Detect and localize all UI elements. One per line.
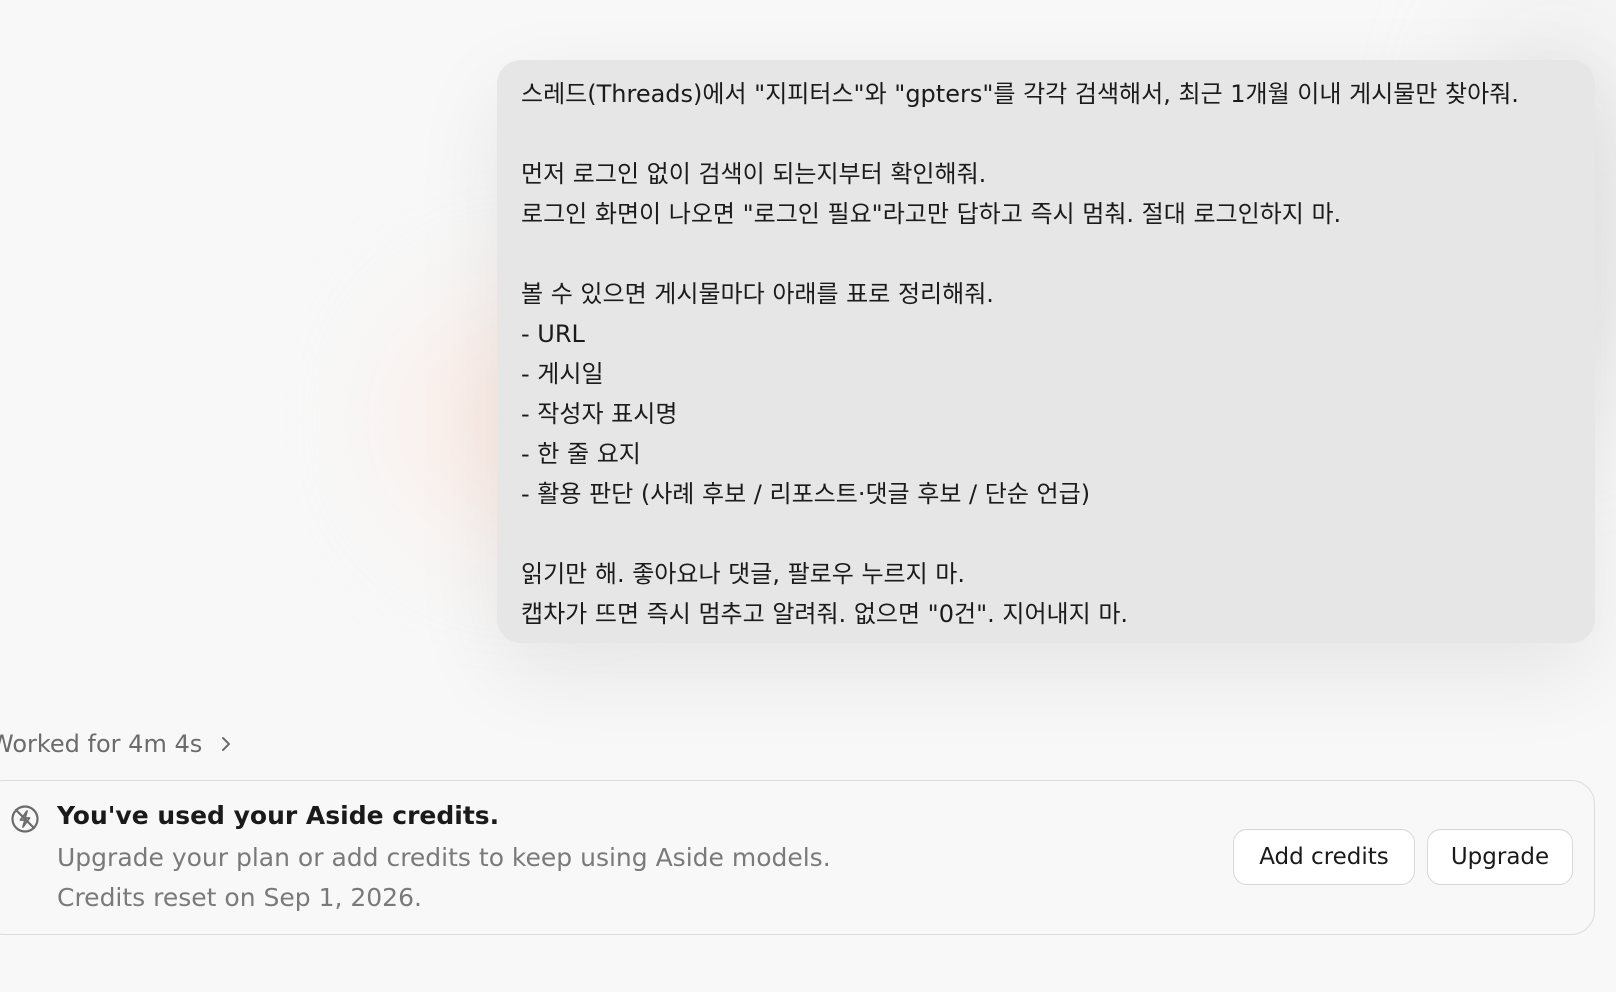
credits-title: You've used your Aside credits.	[57, 801, 500, 830]
message-line: - 작성자 표시명	[521, 400, 678, 428]
message-line: 캡차가 뜨면 즉시 멈추고 알려줘. 없으면 "0건". 지어내지 마.	[521, 600, 1129, 628]
no-credits-icon	[11, 805, 39, 833]
message-line	[521, 234, 1571, 274]
add-credits-button[interactable]: Add credits	[1233, 829, 1415, 885]
user-message-bubble: 스레드(Threads)에서 "지피터스"와 "gpters"를 각각 검색해서…	[497, 60, 1595, 643]
worked-duration-toggle[interactable]: Worked for 4m 4s	[0, 726, 236, 762]
message-line	[521, 114, 1571, 154]
worked-duration-label: Worked for 4m 4s	[0, 730, 203, 758]
credits-notice-card: You've used your Aside credits. Upgrade …	[0, 780, 1595, 935]
upgrade-button[interactable]: Upgrade	[1427, 829, 1573, 885]
message-line: 먼저 로그인 없이 검색이 되는지부터 확인해줘.	[521, 160, 987, 188]
message-line	[521, 514, 1571, 554]
message-line: - 한 줄 요지	[521, 440, 641, 468]
message-line: - URL	[521, 320, 585, 348]
message-line: 스레드(Threads)에서 "지피터스"와 "gpters"를 각각 검색해서…	[521, 80, 1519, 108]
credits-subtitle: Upgrade your plan or add credits to keep…	[57, 843, 831, 872]
chat-page: 스레드(Threads)에서 "지피터스"와 "gpters"를 각각 검색해서…	[0, 0, 1616, 992]
message-line: - 활용 판단 (사례 후보 / 리포스트·댓글 후보 / 단순 언급)	[521, 480, 1091, 508]
message-line: 볼 수 있으면 게시물마다 아래를 표로 정리해줘.	[521, 280, 994, 308]
message-line: 로그인 화면이 나오면 "로그인 필요"라고만 답하고 즉시 멈춰. 절대 로그…	[521, 200, 1342, 228]
message-line: 읽기만 해. 좋아요나 댓글, 팔로우 누르지 마.	[521, 560, 966, 588]
chevron-right-icon	[222, 737, 231, 751]
credits-reset-text: Credits reset on Sep 1, 2026.	[57, 883, 422, 912]
message-line: - 게시일	[521, 360, 604, 388]
